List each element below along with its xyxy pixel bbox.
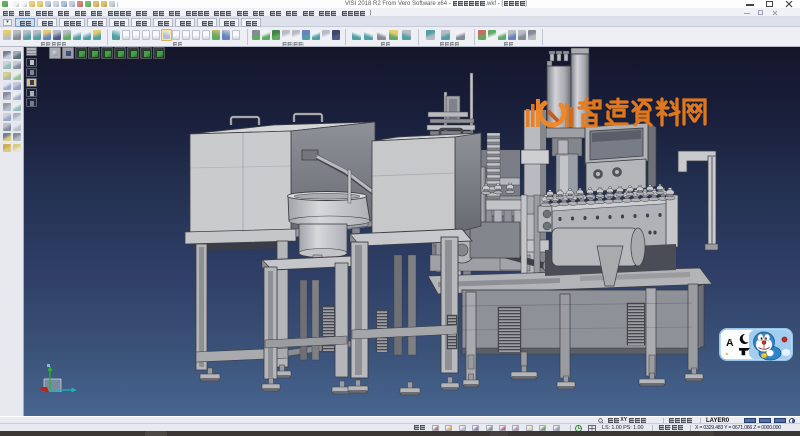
svg-text:A: A: [726, 337, 734, 349]
